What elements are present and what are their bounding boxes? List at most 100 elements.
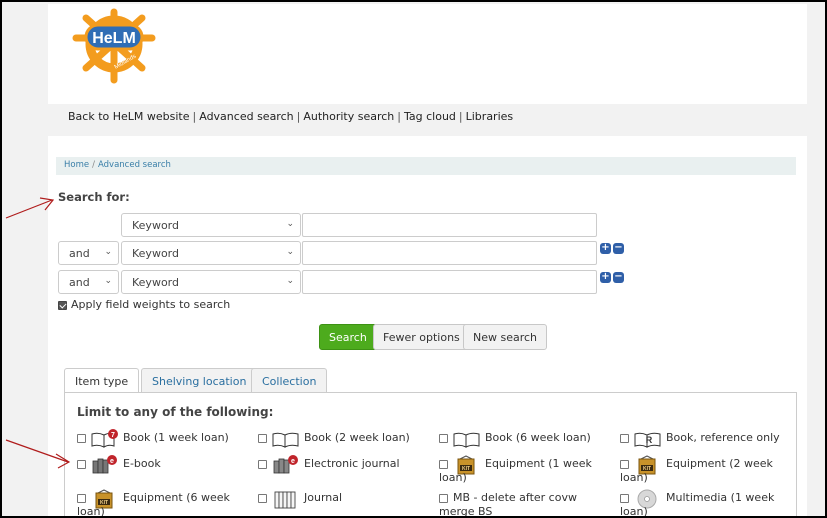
item-type-checkbox[interactable] — [258, 434, 267, 443]
chevron-down-icon: ⌄ — [286, 247, 294, 257]
helm-logo-icon[interactable]: HeLM Midlands — [64, 8, 164, 88]
breadcrumb-divider: / — [92, 160, 95, 170]
add-row-icon[interactable]: + — [600, 272, 611, 283]
nav-separator: | — [192, 110, 197, 123]
item-type-label: Equipment (1 week — [485, 457, 592, 470]
item-type-option[interactable]: KIT Equipment (1 week loan) — [439, 455, 614, 487]
field-select-1[interactable]: Keyword ⌄ — [121, 213, 301, 237]
item-type-checkbox[interactable] — [77, 434, 86, 443]
chevron-down-icon: ⌄ — [104, 276, 112, 286]
nav-separator: | — [458, 110, 463, 123]
item-type-checkbox[interactable] — [77, 494, 86, 503]
search-input-2[interactable] — [302, 241, 597, 265]
item-type-label: MB - delete after covw — [453, 491, 577, 504]
nav-link-tag-cloud[interactable]: Tag cloud — [404, 110, 456, 123]
nav-link-advanced-search[interactable]: Advanced search — [199, 110, 293, 123]
operator-select-3[interactable]: and ⌄ — [58, 270, 119, 294]
item-type-checkbox[interactable] — [258, 494, 267, 503]
item-type-option[interactable]: MB - delete after covw merge BS — [439, 491, 614, 518]
item-type-option[interactable]: Journal — [258, 489, 433, 516]
site-header: HeLM Midlands — [48, 4, 807, 104]
item-type-panel: Limit to any of the following: 7 Book (1 … — [64, 392, 797, 518]
item-type-option[interactable]: KIT Equipment (2 week loan) — [620, 455, 795, 487]
svg-text:e: e — [110, 458, 114, 465]
field-weights-checkbox[interactable] — [58, 300, 67, 310]
svg-text:e: e — [291, 458, 295, 465]
new-search-button[interactable]: New search — [463, 324, 548, 350]
ejournal-icon: e — [271, 455, 301, 475]
limit-heading: Limit to any of the following: — [77, 405, 274, 419]
item-type-checkbox[interactable] — [77, 460, 86, 469]
remove-row-icon[interactable]: − — [613, 272, 624, 283]
item-type-label-cont: loan) — [439, 471, 467, 484]
book-badge-icon: 7 — [90, 429, 120, 449]
operator-select-2[interactable]: and ⌄ — [58, 241, 119, 265]
nav-link-libraries[interactable]: Libraries — [466, 110, 514, 123]
chevron-down-icon: ⌄ — [286, 219, 294, 229]
field-select-2[interactable]: Keyword ⌄ — [121, 241, 301, 265]
tab-collection[interactable]: Collection — [251, 368, 328, 393]
nav-link-authority-search[interactable]: Authority search — [303, 110, 394, 123]
item-type-checkbox[interactable] — [620, 494, 629, 503]
item-type-label: Multimedia (1 week — [666, 491, 775, 504]
item-type-option[interactable]: e E-book — [77, 455, 252, 487]
chevron-down-icon: ⌄ — [104, 247, 112, 257]
ebook-icon: e — [90, 455, 120, 475]
add-row-icon[interactable]: + — [600, 243, 611, 254]
top-nav: Back to HeLM website | Advanced search | Aut… — [48, 104, 807, 134]
item-type-label: Book (6 week loan) — [485, 431, 591, 444]
book-open-icon — [271, 429, 301, 449]
remove-row-icon[interactable]: − — [613, 243, 624, 254]
journal-icon — [271, 489, 301, 509]
search-input-3[interactable] — [302, 270, 597, 294]
field-weights-label: Apply field weights to search — [71, 298, 231, 311]
breadcrumb-current[interactable]: Advanced search — [98, 160, 171, 170]
field-weights-option[interactable]: Apply field weights to search — [58, 298, 230, 311]
item-type-label-cont: merge BS — [439, 505, 493, 518]
item-type-label-cont: loan) — [620, 471, 648, 484]
main-content: Home / Advanced search Search for: Keyword… — [48, 136, 807, 518]
breadcrumb-home-link[interactable]: Home — [64, 160, 89, 170]
search-input-1[interactable] — [302, 213, 597, 237]
chevron-down-icon: ⌄ — [286, 276, 294, 286]
item-type-checkbox[interactable] — [439, 434, 448, 443]
item-type-checkbox[interactable] — [620, 460, 629, 469]
item-type-checkbox[interactable] — [258, 460, 267, 469]
item-type-label: Equipment (6 week — [123, 491, 230, 504]
row-2-controls: + − — [600, 243, 625, 255]
item-type-label: Electronic journal — [304, 457, 400, 470]
field-select-3-value: Keyword — [132, 276, 179, 289]
field-select-2-value: Keyword — [132, 247, 179, 260]
search-for-heading: Search for: — [58, 190, 130, 204]
item-type-label: Journal — [304, 491, 343, 504]
item-type-option[interactable]: Multimedia (1 week loan) — [620, 489, 795, 516]
search-button[interactable]: Search — [319, 324, 377, 350]
breadcrumb: Home / Advanced search — [56, 157, 796, 175]
nav-separator: | — [296, 110, 301, 123]
field-select-3[interactable]: Keyword ⌄ — [121, 270, 301, 294]
operator-select-2-value: and — [69, 247, 90, 260]
item-type-option[interactable]: e Electronic journal — [258, 455, 433, 487]
nav-separator: | — [397, 110, 401, 123]
item-type-option[interactable]: KIT Equipment (6 week loan) — [77, 489, 252, 518]
book-open-icon — [452, 429, 482, 449]
item-type-checkbox[interactable] — [439, 460, 448, 469]
item-type-label: E-book — [123, 457, 161, 470]
page-frame: HeLM Midlands Back to HeLM website | Advan… — [0, 0, 827, 518]
fewer-options-button[interactable]: Fewer options — [373, 324, 470, 350]
svg-text:R: R — [646, 435, 653, 445]
operator-select-3-value: and — [69, 276, 90, 289]
item-type-checkbox[interactable] — [439, 494, 448, 503]
item-type-label: Book, reference only — [666, 431, 780, 444]
field-select-1-value: Keyword — [132, 219, 179, 232]
item-type-checkbox[interactable] — [620, 434, 629, 443]
item-type-label: Book (1 week loan) — [123, 431, 229, 444]
nav-link-back-to-helm-website[interactable]: Back to HeLM website — [68, 110, 190, 123]
row-3-controls: + − — [600, 272, 625, 284]
tab-item-type[interactable]: Item type — [64, 368, 140, 394]
item-type-label-cont: loan) — [77, 505, 105, 518]
tab-shelving-location[interactable]: Shelving location — [141, 368, 258, 393]
book-reference-icon: R — [633, 429, 663, 449]
item-type-label: Book (2 week loan) — [304, 431, 410, 444]
svg-text:7: 7 — [111, 432, 115, 439]
